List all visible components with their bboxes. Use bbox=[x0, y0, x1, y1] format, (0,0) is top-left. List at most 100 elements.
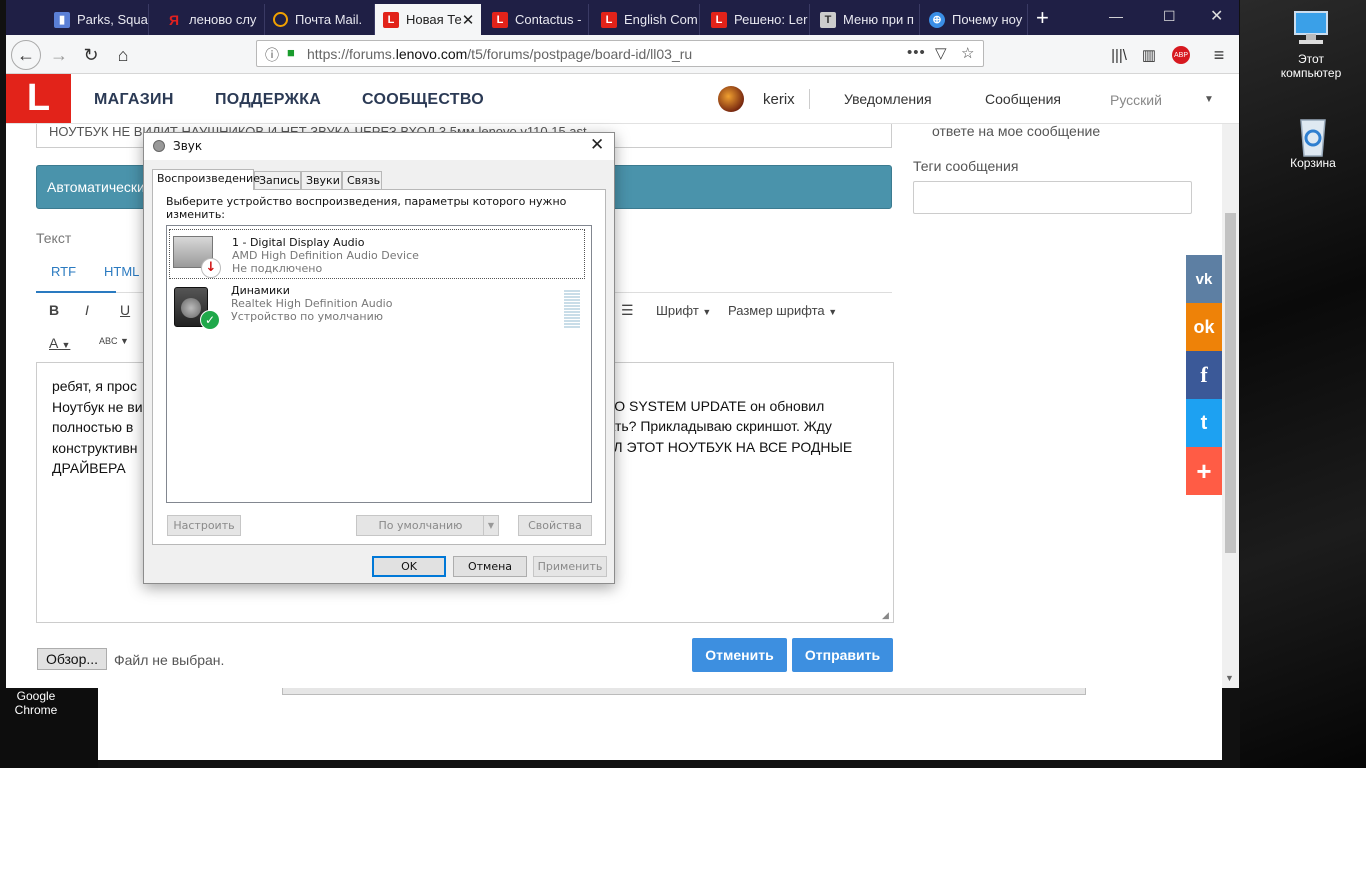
apply-button[interactable]: Применить bbox=[533, 556, 607, 577]
tab-solved[interactable]: L Решено: Ler bbox=[703, 4, 810, 35]
italic-button[interactable]: I bbox=[85, 302, 89, 318]
background-window bbox=[98, 688, 1222, 760]
desktop-icon-google-chrome[interactable]: Google Chrome bbox=[0, 689, 76, 717]
browse-file-button[interactable]: Обзор... bbox=[37, 648, 107, 670]
tab-playback[interactable]: Воспроизведение bbox=[152, 169, 260, 190]
close-tab-icon[interactable]: ✕ bbox=[462, 11, 475, 29]
nav-shop[interactable]: МАГАЗИН bbox=[94, 91, 174, 109]
list-icon[interactable]: ☰ bbox=[621, 302, 634, 319]
submit-button[interactable]: Отправить bbox=[792, 638, 893, 672]
tab-english-community[interactable]: L English Com bbox=[593, 4, 700, 35]
desktop-icon-label: Этот bbox=[1298, 52, 1324, 66]
minimize-icon[interactable]: — bbox=[1109, 8, 1123, 24]
tab-new-topic[interactable]: L Новая Те ✕ bbox=[375, 4, 481, 35]
tab-label: Почта Mail. bbox=[295, 12, 363, 27]
font-dropdown[interactable]: Шрифт ▼ bbox=[656, 303, 711, 318]
username[interactable]: kerix bbox=[763, 91, 795, 108]
nav-support[interactable]: ПОДДЕРЖКА bbox=[215, 91, 321, 109]
facebook-icon[interactable]: f bbox=[1186, 351, 1222, 399]
font-size-label: Размер шрифта bbox=[728, 303, 825, 318]
adblock-icon[interactable]: ABP bbox=[1168, 42, 1194, 68]
device-driver: Realtek High Definition Audio bbox=[231, 297, 393, 310]
home-icon[interactable]: ⌂ bbox=[110, 42, 136, 68]
recycle-bin-icon bbox=[1291, 114, 1335, 157]
chevron-down-icon[interactable]: ▼ bbox=[483, 516, 498, 535]
spellcheck-button[interactable]: ABC ▼ bbox=[99, 336, 129, 346]
cancel-dialog-button[interactable]: Отмена bbox=[453, 556, 527, 577]
desktop-icon-label: Корзина bbox=[1290, 156, 1336, 170]
close-window-icon[interactable]: ✕ bbox=[1210, 6, 1223, 26]
device-digital-display-audio[interactable]: ↓ 1 - Digital Display Audio AMD High Def… bbox=[169, 229, 585, 279]
messages-link[interactable]: Сообщения bbox=[985, 91, 1061, 107]
scrollbar-thumb[interactable] bbox=[1225, 213, 1236, 553]
chevron-down-icon[interactable]: ▼ bbox=[1204, 94, 1214, 105]
tab-recording[interactable]: Запись bbox=[254, 171, 301, 189]
tab-html[interactable]: HTML bbox=[104, 264, 139, 279]
bookmark-star-icon[interactable]: ☆ bbox=[961, 44, 974, 62]
odnoklassniki-icon[interactable]: ok bbox=[1186, 303, 1222, 351]
avatar[interactable] bbox=[718, 86, 744, 112]
device-speakers[interactable]: ✓ Динамики Realtek High Definition Audio… bbox=[169, 282, 585, 332]
new-tab-icon[interactable]: + bbox=[1036, 5, 1049, 31]
pocket-icon[interactable]: ▽ bbox=[935, 44, 947, 62]
font-size-dropdown[interactable]: Размер шрифта ▼ bbox=[728, 303, 837, 318]
maximize-icon[interactable]: ☐ bbox=[1163, 8, 1176, 25]
tags-input[interactable] bbox=[913, 181, 1192, 214]
lenovo-logo[interactable]: L bbox=[6, 74, 71, 123]
computer-icon bbox=[1289, 10, 1333, 48]
properties-button[interactable]: Свойства bbox=[518, 515, 592, 536]
tab-yandex[interactable]: Я леново слу bbox=[158, 4, 265, 35]
device-driver: AMD High Definition Audio Device bbox=[232, 249, 419, 262]
forward-icon[interactable]: → bbox=[46, 42, 72, 68]
font-color-label: A bbox=[49, 335, 58, 351]
bold-button[interactable]: B bbox=[49, 302, 59, 318]
resize-grip-icon[interactable]: ◢ bbox=[882, 610, 889, 621]
back-icon[interactable]: ← bbox=[11, 40, 41, 70]
tab-communications[interactable]: Связь bbox=[342, 171, 382, 189]
tab-parks[interactable]: ▮ Parks, Squar bbox=[46, 4, 149, 35]
twitter-icon[interactable]: t bbox=[1186, 399, 1222, 447]
desktop-icon-recycle-bin[interactable]: Корзина bbox=[1273, 114, 1353, 170]
url-text[interactable]: https://forums.lenovo.com/t5/forums/post… bbox=[307, 46, 692, 62]
tab-label: Почему ноу bbox=[952, 12, 1023, 27]
device-status: Устройство по умолчанию bbox=[231, 310, 384, 323]
info-icon[interactable]: ⓘ bbox=[265, 45, 279, 65]
tab-label: Parks, Squar bbox=[77, 12, 149, 27]
desktop-icon-this-pc[interactable]: Этот компьютер bbox=[1271, 10, 1351, 80]
cancel-button[interactable]: Отменить bbox=[692, 638, 787, 672]
sidebar-icon[interactable]: ▥ bbox=[1136, 42, 1162, 68]
library-icon[interactable]: |||\ bbox=[1106, 42, 1132, 68]
disconnected-arrow-icon: ↓ bbox=[201, 258, 221, 278]
scroll-down-icon[interactable]: ▼ bbox=[1225, 673, 1234, 683]
share-plus-icon[interactable]: + bbox=[1186, 447, 1222, 495]
menu-icon[interactable]: ≡ bbox=[1206, 42, 1232, 68]
dialog-titlebar[interactable]: Звук ✕ bbox=[144, 133, 614, 160]
tab-label: English Com bbox=[624, 12, 698, 27]
configure-button[interactable]: Настроить bbox=[167, 515, 241, 536]
adblock-label: ABP bbox=[1172, 46, 1190, 64]
address-bar[interactable]: ⓘ ■ https://forums.lenovo.com/t5/forums/… bbox=[256, 40, 984, 67]
close-icon[interactable]: ✕ bbox=[590, 135, 604, 155]
tab-contactus[interactable]: L Contactus - bbox=[484, 4, 589, 35]
trello-icon: ▮ bbox=[54, 11, 70, 28]
ok-button[interactable]: OK bbox=[372, 556, 446, 577]
nav-community[interactable]: СООБЩЕСТВО bbox=[362, 91, 484, 109]
set-default-button[interactable]: По умолчанию ▼ bbox=[356, 515, 499, 536]
page-icon: T bbox=[820, 11, 836, 28]
tab-sounds[interactable]: Звуки bbox=[301, 171, 342, 189]
vk-icon[interactable]: vk bbox=[1186, 255, 1222, 303]
font-color-button[interactable]: A ▼ bbox=[49, 335, 70, 351]
tab-rtf[interactable]: RTF bbox=[51, 264, 76, 279]
device-list[interactable]: ↓ 1 - Digital Display Audio AMD High Def… bbox=[166, 225, 592, 503]
notifications-link[interactable]: Уведомления bbox=[844, 91, 932, 107]
page-actions-icon[interactable]: ••• bbox=[907, 44, 926, 61]
yandex-icon: Я bbox=[168, 11, 180, 28]
page-scrollbar[interactable]: ▼ bbox=[1222, 123, 1239, 688]
underline-button[interactable]: U bbox=[120, 302, 130, 318]
language-select[interactable]: Русский bbox=[1110, 92, 1162, 108]
tab-why-laptop[interactable]: ⊕ Почему ноу bbox=[921, 4, 1028, 35]
tab-menu[interactable]: T Меню при п bbox=[812, 4, 920, 35]
tab-mail[interactable]: Почта Mail. bbox=[265, 4, 375, 35]
tab-label: Меню при п bbox=[843, 12, 914, 27]
reload-icon[interactable]: ↻ bbox=[78, 42, 104, 68]
